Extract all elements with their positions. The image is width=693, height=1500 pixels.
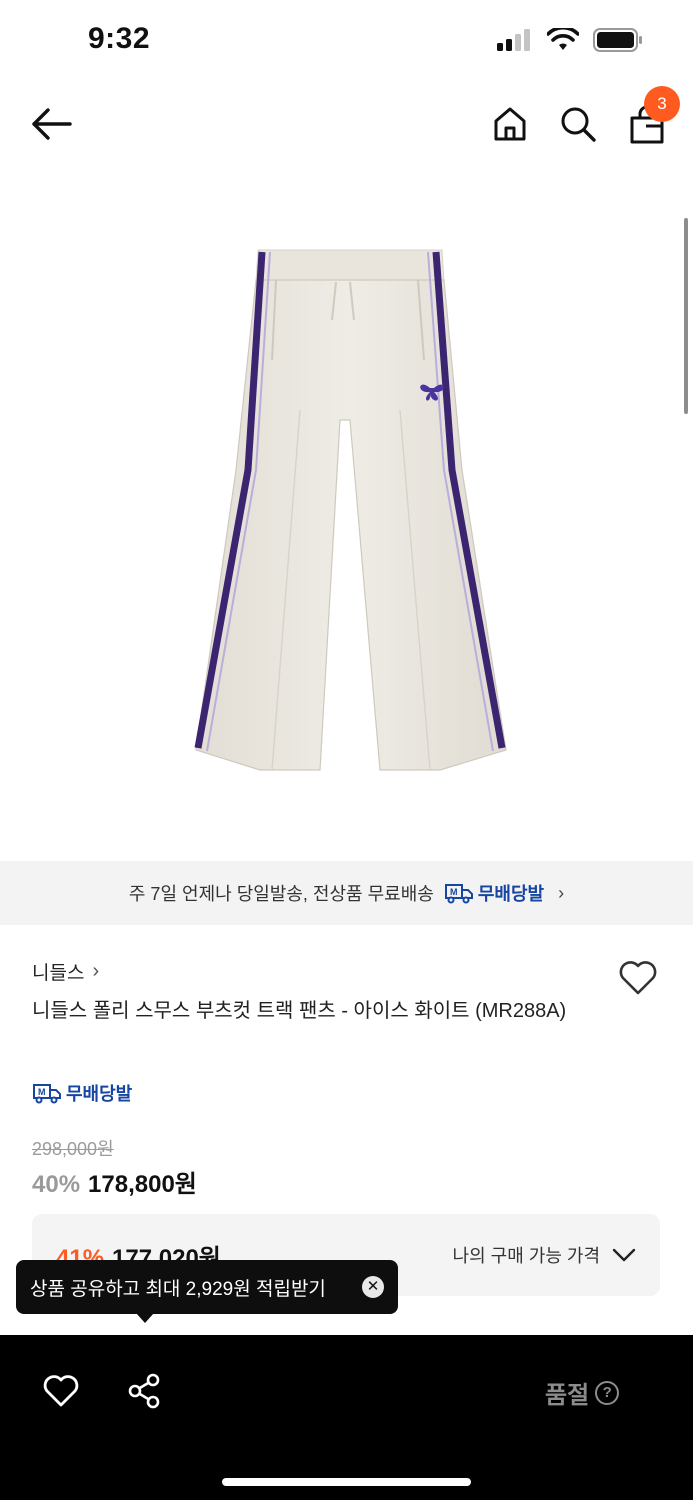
share-reward-tooltip: 상품 공유하고 최대 2,929원 적립받기 ✕ [16, 1260, 398, 1314]
bottom-action-bar: 품절 ? [0, 1335, 693, 1500]
free-shipping-badge-label: 무배당발 [477, 884, 545, 904]
status-bar: 9:32 [0, 0, 693, 84]
my-price-label: 나의 구매 가능 가격 [452, 1246, 600, 1266]
delivery-truck-icon: M [33, 1084, 61, 1104]
chevron-down-icon [612, 1248, 636, 1262]
heart-icon[interactable] [42, 1373, 80, 1409]
chevron-right-icon: › [558, 882, 565, 903]
heart-icon[interactable] [617, 957, 659, 997]
soldout-label: 품절 [545, 1382, 590, 1409]
svg-text:M: M [450, 887, 458, 897]
svg-text:M: M [38, 1087, 46, 1097]
tooltip-arrow [136, 1313, 154, 1323]
status-icons [497, 28, 643, 52]
top-nav [0, 90, 693, 160]
battery-icon [593, 28, 642, 52]
delivery-truck-icon: M [444, 884, 473, 904]
sale-price: 178,800원 [88, 1171, 197, 1198]
image-scroll-indicator [684, 218, 688, 414]
close-icon[interactable]: ✕ [362, 1276, 384, 1298]
signal-icon [497, 29, 530, 51]
product-title: 니들스 폴리 스무스 부츠컷 트랙 팬츠 - 아이스 화이트 (MR288A) [32, 1000, 567, 1022]
help-icon[interactable]: ? [595, 1380, 620, 1405]
my-price-label-row: 나의 구매 가능 가격 [453, 1242, 636, 1268]
free-shipping-badge: M 무배당발 [444, 880, 544, 906]
search-icon[interactable] [558, 104, 598, 144]
track-pants-image [194, 249, 507, 771]
soldout-status: 품절 ? [545, 1375, 620, 1410]
cart-count-badge[interactable]: 3 [644, 86, 680, 122]
discount-rate: 40% [32, 1171, 81, 1198]
shipping-banner[interactable]: 주 7일 언제나 당일발송, 전상품 무료배송 M 무배당발 › [0, 861, 693, 925]
free-shipping-badge-label: 무배당발 [66, 1084, 133, 1104]
original-price: 298,000원 [32, 1139, 114, 1159]
home-indicator [222, 1478, 471, 1486]
brand-link[interactable]: 니들스 › [32, 958, 99, 985]
wifi-icon [547, 28, 579, 50]
status-time: 9:32 [88, 22, 151, 55]
share-icon[interactable] [126, 1373, 164, 1409]
price-row: 40% 178,800원 [32, 1164, 197, 1199]
free-shipping-badge: M 무배당발 [32, 1080, 132, 1109]
product-image[interactable] [0, 170, 693, 860]
tooltip-text: 상품 공유하고 최대 2,929원 적립받기 [30, 1278, 326, 1300]
back-arrow-icon[interactable] [26, 104, 76, 144]
brand-name: 니들스 [32, 963, 85, 984]
chevron-right-icon: › [92, 960, 100, 982]
home-icon[interactable] [490, 104, 530, 144]
shipping-banner-text: 주 7일 언제나 당일발송, 전상품 무료배송 [128, 884, 434, 904]
